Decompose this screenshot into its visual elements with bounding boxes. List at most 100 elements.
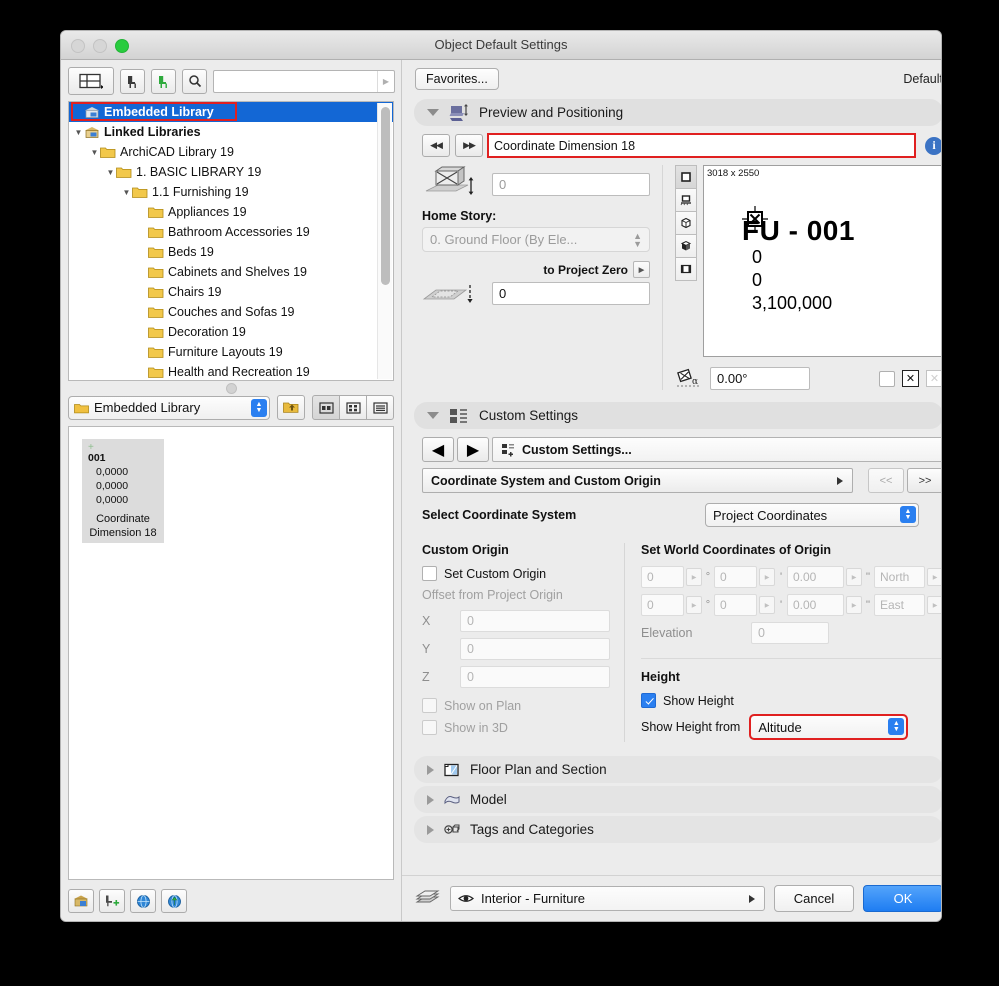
project-zero-popup-arrow[interactable]: ▶ bbox=[633, 261, 650, 278]
cancel-button[interactable]: Cancel bbox=[774, 885, 854, 912]
maximize-button[interactable] bbox=[115, 39, 129, 53]
chevron-down-icon[interactable] bbox=[427, 412, 439, 419]
page-prev-button[interactable]: << bbox=[868, 468, 904, 493]
north-seconds-field[interactable]: 0.00 bbox=[787, 566, 844, 588]
tree-item[interactable]: Beds 19 bbox=[69, 242, 393, 262]
section-tags-and-categories[interactable]: Tags and Categories bbox=[414, 816, 941, 843]
tree-item[interactable]: Decoration 19 bbox=[69, 322, 393, 342]
chevron-right-icon[interactable] bbox=[427, 764, 434, 775]
library-tree[interactable]: Embedded Library ▼ Linked Libraries ▼ ArchiC… bbox=[68, 101, 394, 381]
north-seconds-stepper[interactable]: ▶ bbox=[846, 568, 862, 586]
elevation-field[interactable]: 0 bbox=[492, 172, 650, 196]
section-floor-plan-and-section[interactable]: Floor Plan and Section bbox=[414, 756, 941, 783]
add-object-button[interactable] bbox=[99, 889, 125, 913]
set-custom-origin-row[interactable]: Set Custom Origin bbox=[422, 566, 610, 581]
search-button[interactable] bbox=[182, 68, 207, 94]
next-object-button[interactable]: ▶▶ bbox=[455, 134, 483, 157]
east-minutes-field[interactable]: 0 bbox=[714, 594, 757, 616]
east-seconds-field[interactable]: 0.00 bbox=[787, 594, 844, 616]
project-zero-field[interactable]: 0 bbox=[492, 282, 650, 305]
preview-mode-2d-symbol-button[interactable] bbox=[675, 165, 697, 189]
tree-item[interactable]: Appliances 19 bbox=[69, 202, 393, 222]
library-item[interactable]: + 001 0,0000 0,0000 0,0000 Coordinate Di… bbox=[82, 439, 164, 543]
section-model[interactable]: Model bbox=[414, 786, 941, 813]
chevron-down-icon[interactable]: ▼ bbox=[121, 188, 132, 197]
home-story-selector[interactable]: 0. Ground Floor (By Ele... ▲ ▼ bbox=[422, 227, 650, 252]
chevron-right-icon[interactable] bbox=[427, 794, 434, 805]
tree-item[interactable]: ▼ ArchiCAD Library 19 bbox=[69, 142, 393, 162]
show-in-3d-checkbox[interactable] bbox=[422, 720, 437, 735]
show-height-checkbox[interactable] bbox=[641, 693, 656, 708]
previous-object-button[interactable]: ◀◀ bbox=[422, 134, 450, 157]
info-icon[interactable]: i bbox=[925, 136, 941, 155]
east-direction-stepper[interactable]: ▶ bbox=[927, 596, 941, 614]
north-direction-stepper[interactable]: ▶ bbox=[927, 568, 941, 586]
chevron-down-icon[interactable]: ▼ bbox=[89, 148, 100, 157]
tree-item[interactable]: Cabinets and Shelves 19 bbox=[69, 262, 393, 282]
view-small-icons-button[interactable] bbox=[339, 395, 367, 420]
rotation-angle-field[interactable]: 0.00° bbox=[710, 367, 810, 390]
upload-to-bim-button[interactable] bbox=[161, 889, 187, 913]
north-direction-field[interactable]: North bbox=[874, 566, 925, 588]
bim-components-button[interactable] bbox=[130, 889, 156, 913]
favorites-button[interactable]: Favorites... bbox=[415, 68, 499, 90]
preview-mode-preview-image-button[interactable] bbox=[675, 257, 697, 281]
filter-new-objects-button[interactable] bbox=[151, 68, 176, 94]
section-custom-settings[interactable]: Custom Settings bbox=[414, 402, 941, 429]
tree-scrollbar-thumb[interactable] bbox=[381, 107, 390, 285]
ok-button[interactable]: OK bbox=[863, 885, 941, 912]
chevron-down-icon[interactable] bbox=[427, 109, 439, 116]
custom-settings-next-button[interactable]: ▶ bbox=[457, 437, 489, 462]
filter-objects-button[interactable] bbox=[120, 68, 145, 94]
custom-settings-field[interactable]: Custom Settings... bbox=[492, 437, 941, 462]
preview-mode-front-view-button[interactable] bbox=[675, 188, 697, 212]
search-input[interactable] bbox=[214, 71, 377, 91]
show-height-row[interactable]: Show Height bbox=[641, 693, 941, 708]
tree-item[interactable]: ▼ Linked Libraries bbox=[69, 122, 393, 142]
object-name-field[interactable]: Coordinate Dimension 18 bbox=[487, 133, 916, 158]
tree-item[interactable]: Embedded Library bbox=[69, 102, 393, 122]
mirror-checkbox[interactable] bbox=[879, 370, 895, 387]
chevron-right-icon[interactable] bbox=[427, 824, 434, 835]
east-minutes-stepper[interactable]: ▶ bbox=[759, 596, 775, 614]
view-large-icons-button[interactable] bbox=[312, 395, 340, 420]
show-height-from-stepper[interactable]: ▲ ▼ bbox=[888, 718, 905, 735]
library-manager-button[interactable] bbox=[68, 889, 94, 913]
section-preview-and-positioning[interactable]: Preview and Positioning bbox=[414, 99, 941, 126]
origin-x-field[interactable]: 0 bbox=[460, 610, 610, 632]
north-degrees-stepper[interactable]: ▶ bbox=[686, 568, 702, 586]
origin-z-field[interactable]: 0 bbox=[460, 666, 610, 688]
east-degrees-field[interactable]: 0 bbox=[641, 594, 684, 616]
search-dropdown-arrow[interactable]: ▶ bbox=[377, 70, 394, 92]
preview-mode-3d-shaded-button[interactable] bbox=[675, 234, 697, 258]
show-height-from-selector[interactable]: Altitude ▲ ▼ bbox=[749, 714, 909, 740]
show-in-3d-row[interactable]: Show in 3D bbox=[422, 720, 610, 735]
chevron-down-icon[interactable]: ▼ bbox=[73, 128, 84, 137]
panel-resize-handle[interactable] bbox=[61, 381, 401, 395]
library-thumbnail-pane[interactable]: + 001 0,0000 0,0000 0,0000 Coordinate Di… bbox=[68, 426, 394, 880]
world-elevation-field[interactable]: 0 bbox=[751, 622, 829, 644]
coordinate-system-selector[interactable]: Project Coordinates ▲ ▼ bbox=[705, 503, 919, 527]
set-custom-origin-checkbox[interactable] bbox=[422, 566, 437, 581]
tree-item[interactable]: Bathroom Accessories 19 bbox=[69, 222, 393, 242]
show-on-plan-row[interactable]: Show on Plan bbox=[422, 698, 610, 713]
show-on-plan-checkbox[interactable] bbox=[422, 698, 437, 713]
north-degrees-field[interactable]: 0 bbox=[641, 566, 684, 588]
origin-y-field[interactable]: 0 bbox=[460, 638, 610, 660]
folder-selector-stepper[interactable]: ▲ ▼ bbox=[251, 398, 267, 417]
coordinate-system-stepper[interactable]: ▲ ▼ bbox=[900, 506, 916, 523]
view-mode-button[interactable] bbox=[68, 67, 114, 95]
north-minutes-field[interactable]: 0 bbox=[714, 566, 757, 588]
tree-item[interactable]: Furniture Layouts 19 bbox=[69, 342, 393, 362]
chevron-down-icon[interactable]: ▼ bbox=[105, 168, 116, 177]
east-degrees-stepper[interactable]: ▶ bbox=[686, 596, 702, 614]
tree-item[interactable]: ▼ 1. BASIC LIBRARY 19 bbox=[69, 162, 393, 182]
preview-mode-3d-wireframe-button[interactable] bbox=[675, 211, 697, 235]
folder-selector[interactable]: Embedded Library ▲ ▼ bbox=[68, 395, 270, 420]
search-field[interactable]: ▶ bbox=[213, 69, 395, 93]
north-minutes-stepper[interactable]: ▶ bbox=[759, 568, 775, 586]
page-next-button[interactable]: >> bbox=[907, 468, 941, 493]
east-direction-field[interactable]: East bbox=[874, 594, 925, 616]
custom-settings-prev-button[interactable]: ◀ bbox=[422, 437, 454, 462]
flip-horizontal-button[interactable]: ✕ bbox=[902, 370, 919, 387]
